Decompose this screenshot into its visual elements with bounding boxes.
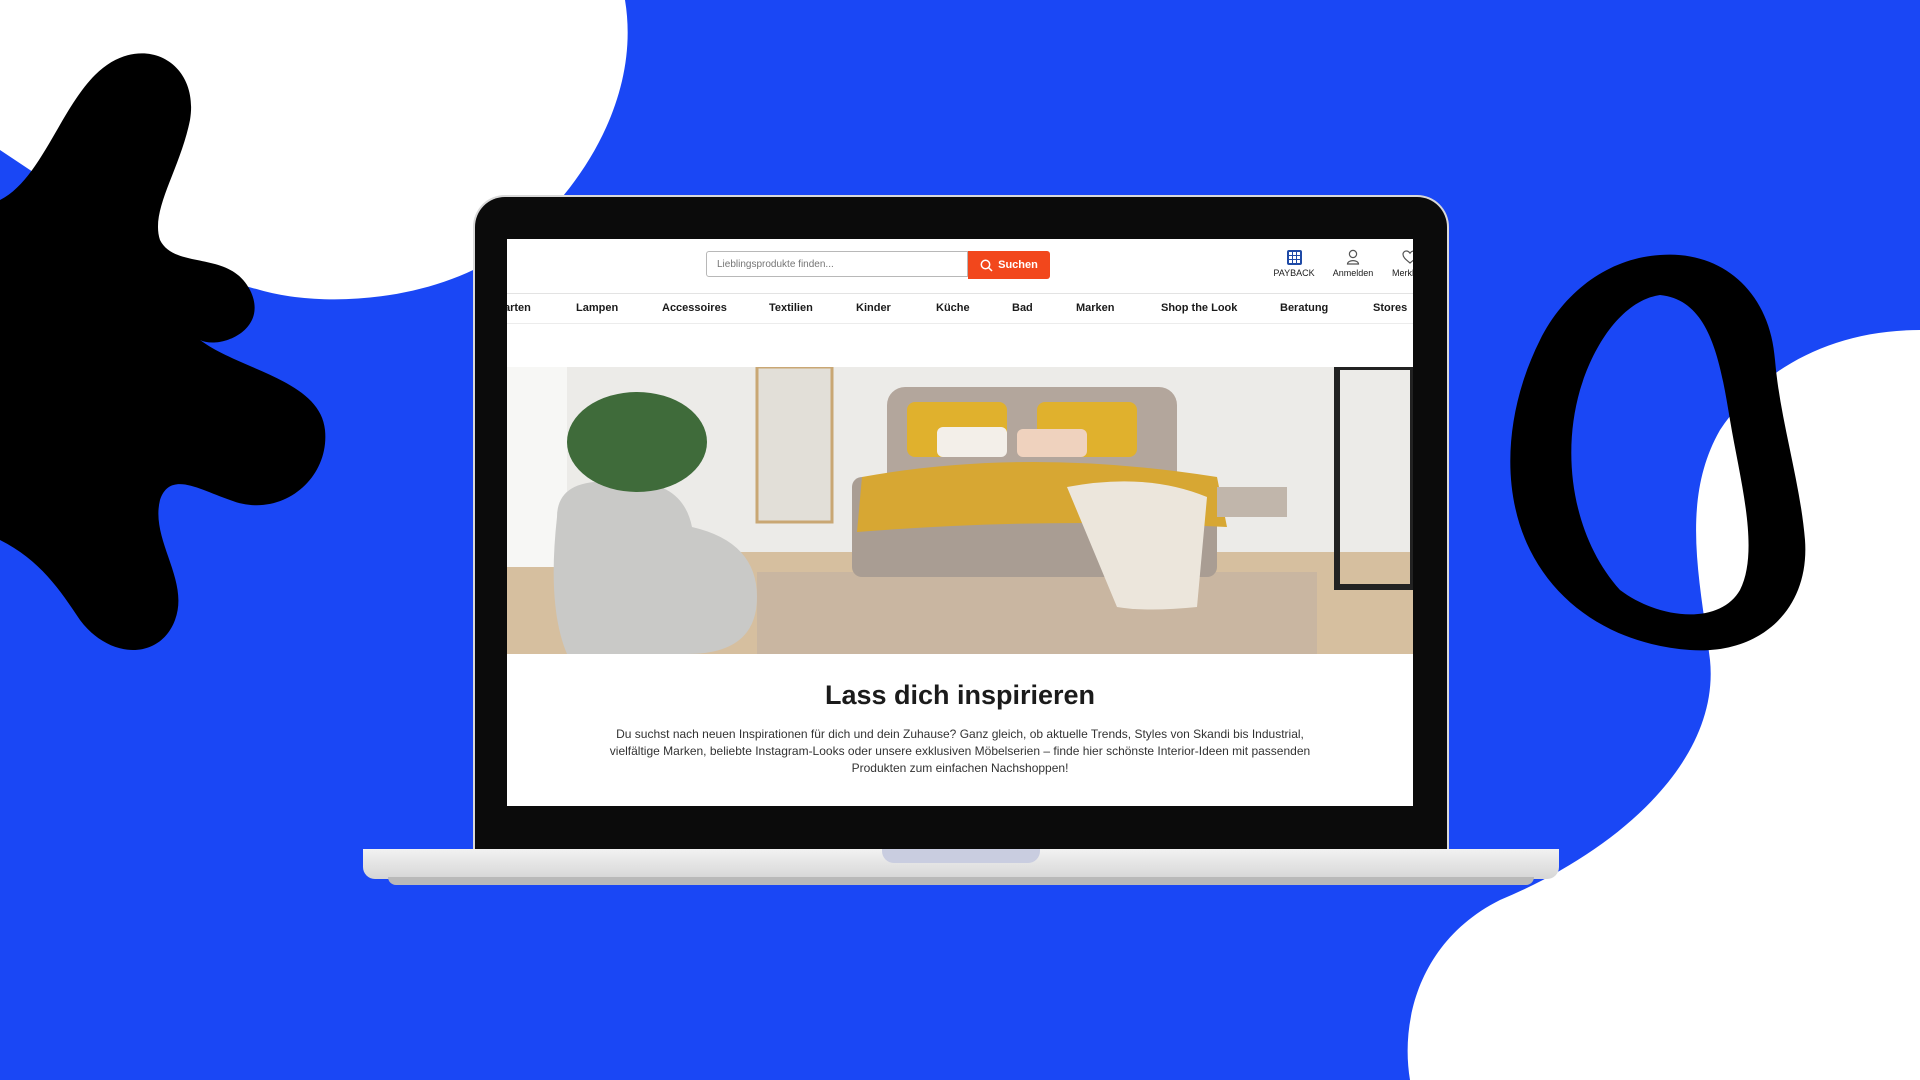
nav-item-stores[interactable]: Stores [1373,302,1407,314]
search-icon [980,259,993,272]
heart-icon [1402,250,1413,264]
search-button-label: Suchen [998,259,1038,271]
user-icon [1346,249,1360,265]
main-nav: arten Lampen Accessoires Textilien Kinde… [507,293,1413,324]
laptop-notch [882,849,1040,863]
search-input[interactable] [706,251,968,277]
site-header: Suchen PAYBACK Anmelden Merkliste [507,239,1413,294]
wishlist-button[interactable]: Merkliste [1383,249,1413,278]
login-button[interactable]: Anmelden [1326,249,1380,278]
hero-pillow-4 [1017,429,1087,457]
payback-label: PAYBACK [1273,268,1315,278]
nav-item-beratung[interactable]: Beratung [1280,302,1328,314]
hero-pillow-3 [937,427,1007,457]
hero-rug [757,572,1317,654]
hero-mirror [755,367,834,524]
hero-image-bedroom [507,367,1413,654]
black-ring-right [1510,254,1806,651]
nav-item-bad[interactable]: Bad [1012,302,1033,314]
nav-item-shop-the-look[interactable]: Shop the Look [1161,302,1237,314]
laptop-screen: Suchen PAYBACK Anmelden Merkliste arten … [507,239,1413,806]
nav-item-accessoires[interactable]: Accessoires [662,302,727,314]
search-bar: Suchen [706,251,1050,279]
page-title: Lass dich inspirieren [824,680,1096,710]
payback-icon [1286,249,1302,265]
nav-item-marken[interactable]: Marken [1076,302,1115,314]
content-section: Lass dich inspirieren Du suchst nach neu… [507,654,1413,804]
login-label: Anmelden [1332,268,1374,278]
laptop-base-lip [388,877,1534,885]
wishlist-label: Merkliste [1391,268,1413,278]
nav-item-kinder[interactable]: Kinder [856,302,891,314]
white-blob-bottom-right [1407,330,1920,1080]
hero-nightstand [1217,487,1287,517]
page-description: Du suchst nach neuen Inspirationen für d… [609,727,1311,775]
nav-item-textilien[interactable]: Textilien [769,302,813,314]
search-button[interactable]: Suchen [968,251,1050,279]
payback-button[interactable]: PAYBACK [1267,249,1321,278]
nav-item-kueche[interactable]: Küche [936,302,970,314]
nav-item-lampen[interactable]: Lampen [576,302,618,314]
nav-item-garten[interactable]: arten [507,302,531,314]
hero-plant [567,392,707,492]
